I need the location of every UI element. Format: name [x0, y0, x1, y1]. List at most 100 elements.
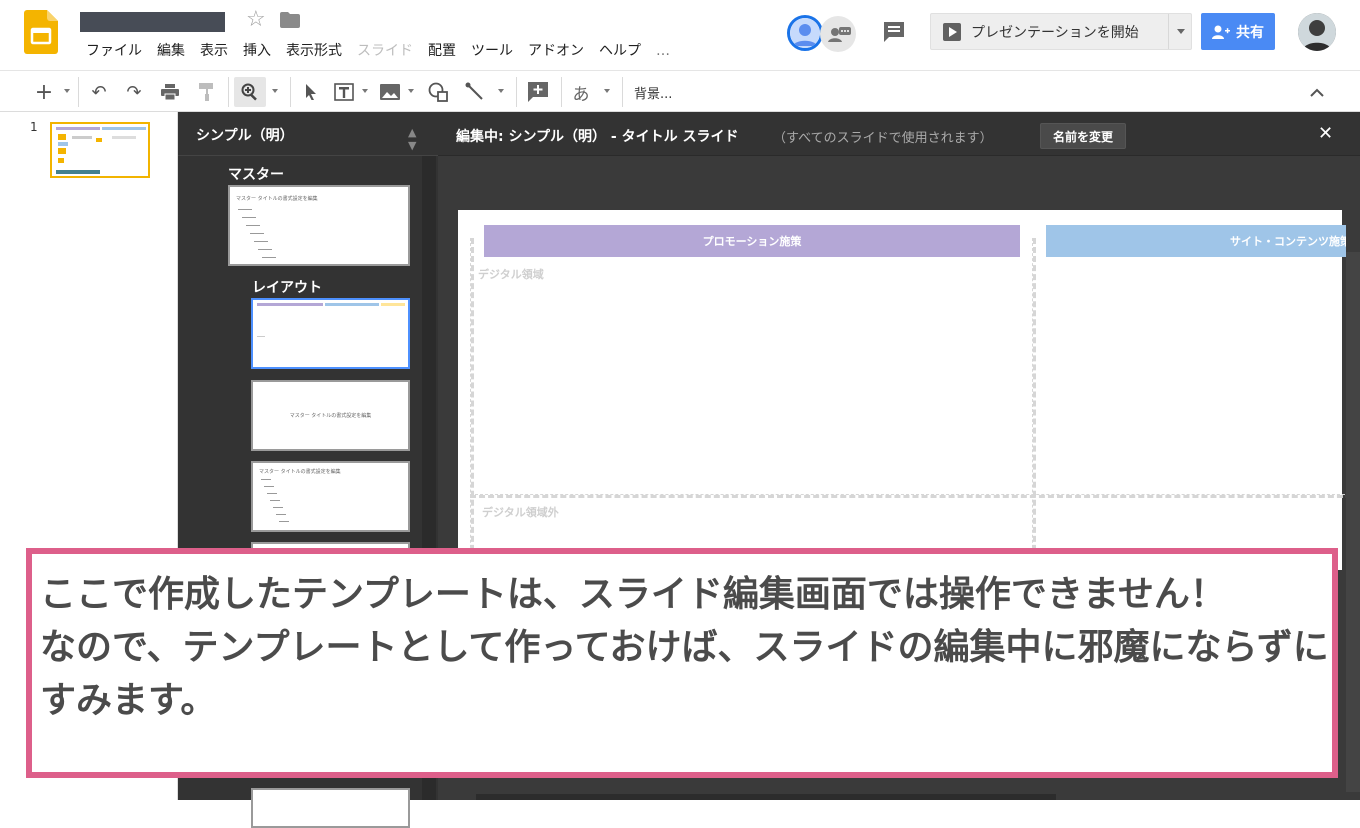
- share-label: 共有: [1236, 24, 1264, 41]
- thumb-shape: [58, 142, 68, 146]
- paint-format-icon[interactable]: [195, 79, 219, 105]
- thumb-line: [254, 241, 268, 242]
- slide-canvas[interactable]: プロモーション施策 サイト・コンテンツ施策 デジタル領域 デジタル領域外: [458, 210, 1360, 578]
- layout-thumb-title: マスター タイトルの書式設定を編集: [289, 413, 372, 419]
- editor-header: 編集中: シンプル（明） - タイトル スライド （すべてのスライドで使用されま…: [438, 112, 1360, 156]
- thumb-line: [261, 479, 271, 480]
- thumb-line: [258, 249, 272, 250]
- line-icon[interactable]: [462, 79, 488, 105]
- menu-slide: スライド: [357, 43, 413, 59]
- menu-arrange[interactable]: 配置: [422, 38, 465, 64]
- slides-logo-icon[interactable]: [24, 10, 58, 54]
- background-button[interactable]: 背景...: [634, 83, 672, 102]
- layout-thumb-title: マスター タイトルの書式設定を編集: [259, 469, 341, 475]
- rename-button[interactable]: 名前を変更: [1040, 123, 1126, 149]
- thumb-header: [56, 127, 100, 130]
- layout-thumbnail-selected[interactable]: [251, 298, 410, 369]
- present-button[interactable]: プレゼンテーションを開始: [931, 14, 1167, 49]
- zoom-icon[interactable]: [234, 77, 266, 107]
- thumb-line: [238, 209, 252, 210]
- editor-horizontal-scrollbar[interactable]: [476, 794, 1056, 800]
- collaborator-avatar[interactable]: [787, 15, 823, 51]
- folder-icon[interactable]: [280, 12, 300, 28]
- column-header-promotion[interactable]: プロモーション施策: [484, 225, 1020, 257]
- comments-icon[interactable]: [880, 18, 908, 46]
- user-avatar[interactable]: [1298, 13, 1336, 51]
- redo-icon[interactable]: ↷: [122, 79, 146, 105]
- menu-tools[interactable]: ツール: [465, 38, 522, 64]
- menu-insert[interactable]: 挿入: [237, 38, 280, 64]
- menu-help[interactable]: ヘルプ: [593, 38, 650, 64]
- menu-format[interactable]: 表示形式: [280, 38, 351, 64]
- toolbar-divider: [516, 77, 517, 107]
- menu-view[interactable]: 表示: [194, 38, 237, 64]
- toolbar-divider: [78, 77, 79, 107]
- theme-name[interactable]: シンプル（明）: [196, 125, 294, 145]
- menu-file[interactable]: ファイル: [80, 38, 151, 64]
- sort-icon[interactable]: ▲ ▼: [408, 126, 416, 152]
- layout-thumbnail[interactable]: マスター タイトルの書式設定を編集: [251, 380, 410, 451]
- thumb-shape: [72, 136, 92, 139]
- master-thumbnail[interactable]: マスター タイトルの書式設定を編集: [228, 185, 410, 266]
- close-icon[interactable]: ✕: [1318, 123, 1333, 144]
- annotation-callout: ここで作成したテンプレートは、スライド編集画面では操作できません！ なので、テン…: [26, 548, 1338, 778]
- chevron-down-icon[interactable]: [408, 89, 414, 93]
- collapse-toolbar-icon[interactable]: [1305, 79, 1329, 105]
- chat-icon[interactable]: [820, 16, 856, 52]
- thumb-footer: [56, 170, 100, 174]
- editing-layout-note: （すべてのスライドで使用されます）: [773, 131, 993, 146]
- layout-label: レイアウト: [252, 280, 322, 296]
- slide-number: 1: [30, 120, 38, 134]
- chevron-down-icon[interactable]: [64, 89, 70, 93]
- editor-vertical-scrollbar[interactable]: [1346, 252, 1360, 792]
- editing-layout-label: 編集中: シンプル（明） - タイトル スライド: [456, 129, 739, 145]
- text-box-icon[interactable]: [331, 79, 357, 105]
- annotation-text: ここで作成したテンプレートは、スライド編集画面では操作できません！ なので、テン…: [40, 574, 1329, 721]
- column-header-site-content[interactable]: サイト・コンテンツ施策: [1046, 225, 1346, 257]
- master-label: マスター: [228, 167, 284, 183]
- app-header: ☆ ファイル 編集 表示 挿入 表示形式 スライド 配置 ツール アドオン ヘル…: [0, 0, 1360, 70]
- thumb-line: [242, 217, 256, 218]
- present-button-group: プレゼンテーションを開始: [930, 13, 1192, 50]
- menu-addons[interactable]: アドオン: [522, 38, 593, 64]
- layout-thumbnail[interactable]: [251, 788, 410, 828]
- thumb-shape: [58, 134, 66, 140]
- thumb-line: [267, 493, 277, 494]
- thumb-line: [273, 507, 283, 508]
- star-icon[interactable]: ☆: [246, 6, 266, 34]
- region-label-digital[interactable]: デジタル領域: [478, 266, 544, 282]
- region-label-non-digital[interactable]: デジタル領域外: [482, 504, 559, 520]
- thumb-line: [250, 233, 264, 234]
- shape-icon[interactable]: [426, 79, 452, 105]
- toolbar-divider: [622, 77, 623, 107]
- layout-panel-header: シンプル（明） ▲ ▼: [178, 112, 438, 156]
- present-options-dropdown[interactable]: [1168, 14, 1192, 49]
- layout-thumbnail[interactable]: マスター タイトルの書式設定を編集: [251, 461, 410, 532]
- thumb-shape: [112, 136, 136, 139]
- chevron-down-icon[interactable]: [272, 89, 278, 93]
- thumb-shape: [58, 158, 64, 163]
- thumb-line: [270, 500, 280, 501]
- thumb-header: [257, 303, 323, 306]
- add-comment-icon[interactable]: [526, 79, 550, 105]
- toolbar-divider: [290, 77, 291, 107]
- new-slide-button[interactable]: +: [32, 79, 56, 105]
- present-label: プレゼンテーションを開始: [971, 24, 1139, 41]
- chevron-down-icon: [1176, 29, 1185, 34]
- share-button[interactable]: 共有: [1201, 13, 1275, 50]
- image-icon[interactable]: [377, 79, 403, 105]
- chevron-down-icon[interactable]: [362, 89, 368, 93]
- text-style-button[interactable]: あ: [569, 79, 593, 105]
- menu-edit[interactable]: 編集: [151, 38, 194, 64]
- slide-thumbnail[interactable]: [50, 122, 150, 178]
- print-icon[interactable]: [158, 79, 182, 105]
- chevron-down-icon[interactable]: [498, 89, 504, 93]
- thumb-header: [381, 303, 405, 306]
- thumb-line: [257, 336, 265, 337]
- thumb-header: [102, 127, 146, 130]
- document-title[interactable]: [80, 12, 225, 32]
- menu-more[interactable]: …: [650, 38, 679, 64]
- select-cursor-icon[interactable]: [299, 79, 323, 105]
- chevron-down-icon[interactable]: [604, 89, 610, 93]
- undo-icon[interactable]: ↶: [87, 79, 111, 105]
